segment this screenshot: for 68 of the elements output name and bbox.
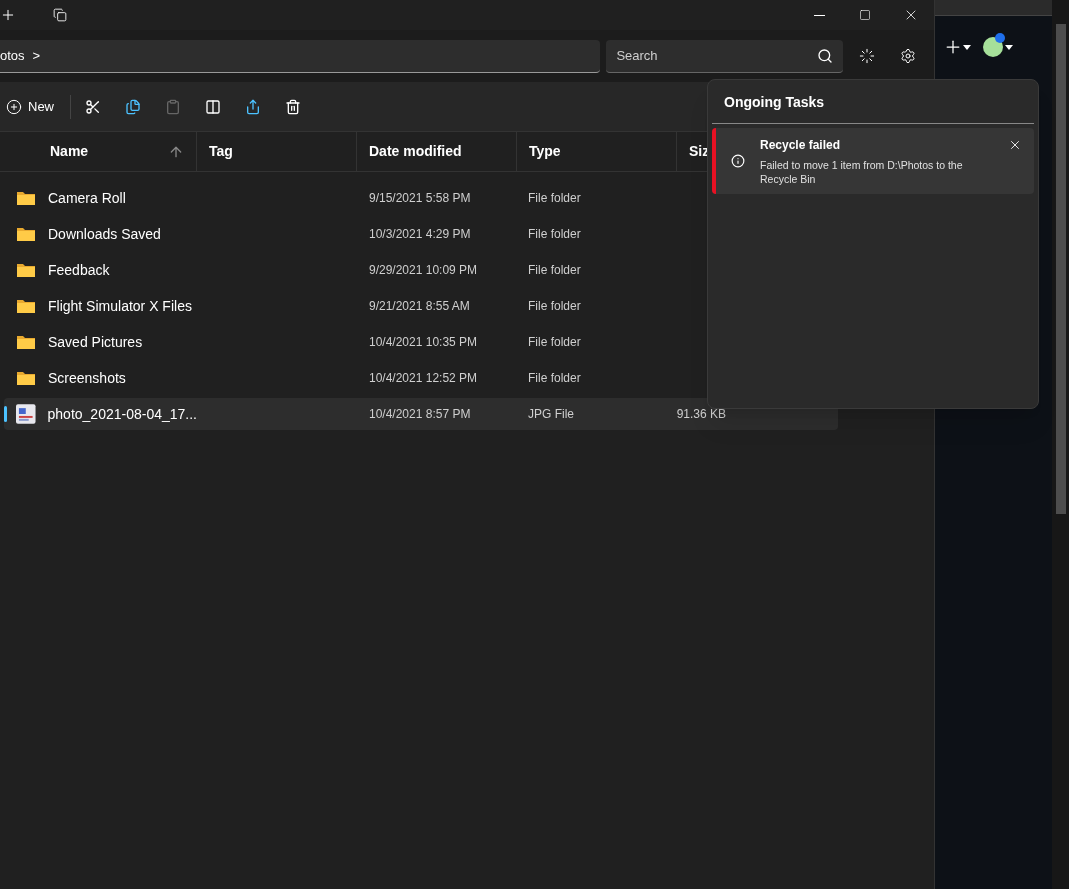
type-cell-text: File folder bbox=[527, 334, 582, 351]
date-cell-text: 10/4/2021 8:57 PM bbox=[368, 406, 472, 423]
size-cell-text: 91.36 KB bbox=[675, 406, 726, 423]
file-name: Downloads Saved bbox=[48, 224, 161, 244]
column-header[interactable]: Date modified bbox=[369, 141, 462, 162]
date-cell-text: 9/29/2021 10:09 PM bbox=[368, 262, 479, 279]
folder-icon bbox=[16, 226, 36, 242]
file-row[interactable]: photo_2021-08-04_17... 10/4/2021 8:57 PM JPG File 91.36 KB bbox=[4, 398, 838, 430]
trash-icon bbox=[285, 98, 301, 115]
column-header[interactable]: Tag bbox=[209, 141, 233, 162]
info-icon bbox=[731, 154, 745, 168]
settings-icon bbox=[900, 48, 917, 64]
folder-icon bbox=[16, 298, 36, 314]
file-name: Screenshots bbox=[48, 368, 126, 388]
scissors-icon bbox=[85, 98, 101, 115]
address-bar[interactable]: otos > bbox=[0, 39, 601, 73]
clipboard-icon bbox=[165, 98, 181, 115]
file-row[interactable]: Flight Simulator X Files 9/21/2021 8:55 AM File folder bbox=[4, 290, 838, 322]
task-title: Recycle failed bbox=[760, 137, 842, 154]
breadcrumb-separator[interactable]: > bbox=[32, 45, 41, 66]
type-cell-text: File folder bbox=[527, 226, 582, 243]
copy-icon bbox=[125, 98, 141, 115]
file-row[interactable]: Screenshots 10/4/2021 12:52 PM File folder bbox=[4, 362, 838, 394]
dismiss-button[interactable] bbox=[1008, 138, 1022, 152]
share-icon bbox=[245, 98, 261, 115]
date-cell-text: 9/15/2021 5:58 PM bbox=[368, 190, 472, 207]
file-name: Saved Pictures bbox=[48, 332, 143, 352]
type-cell-text: File folder bbox=[527, 190, 582, 207]
caret-icon bbox=[1005, 44, 1013, 50]
file-name: Flight Simulator X Files bbox=[48, 296, 192, 316]
maximize-icon bbox=[859, 9, 871, 21]
folder-icon bbox=[16, 190, 36, 206]
type-cell-text: JPG File bbox=[527, 406, 575, 423]
scrollbar[interactable] bbox=[1052, 0, 1069, 889]
date-cell-text: 10/3/2021 4:29 PM bbox=[368, 226, 472, 243]
spinner-icon bbox=[858, 48, 875, 64]
date-cell-text: 10/4/2021 12:52 PM bbox=[368, 370, 479, 387]
rename-icon bbox=[205, 98, 221, 115]
column-header[interactable]: Type bbox=[529, 141, 561, 162]
caret-icon bbox=[963, 44, 971, 50]
column-header[interactable]: Name bbox=[50, 141, 89, 162]
plus-circle-icon bbox=[6, 98, 22, 115]
date-cell-text: 9/21/2021 8:55 AM bbox=[368, 298, 471, 315]
avatar bbox=[983, 37, 1003, 57]
file-row[interactable]: Downloads Saved 10/3/2021 4:29 PM File folder bbox=[4, 218, 838, 250]
file-row[interactable]: Feedback 9/29/2021 10:09 PM File folder bbox=[4, 254, 838, 286]
file-row[interactable]: Saved Pictures 10/4/2021 10:35 PM File folder bbox=[4, 326, 838, 358]
date-cell-text: 10/4/2021 10:35 PM bbox=[368, 334, 479, 351]
image-thumbnail-icon bbox=[16, 404, 36, 424]
file-name: photo_2021-08-04_17... bbox=[47, 404, 197, 424]
search-field[interactable]: Search bbox=[606, 39, 843, 73]
duplicate-icon bbox=[53, 8, 67, 22]
type-cell-text: File folder bbox=[527, 370, 582, 387]
folder-icon bbox=[16, 262, 36, 278]
type-cell-text: File folder bbox=[527, 262, 582, 279]
minimize-icon bbox=[813, 14, 825, 16]
plus-icon bbox=[0, 7, 16, 23]
new-button[interactable]: New bbox=[0, 90, 66, 123]
folder-icon bbox=[16, 370, 36, 386]
flyout-title: Ongoing Tasks bbox=[712, 80, 1034, 124]
breadcrumb[interactable]: otos bbox=[0, 45, 25, 66]
close-icon bbox=[1008, 138, 1022, 152]
search-icon bbox=[816, 47, 833, 64]
folder-icon bbox=[16, 334, 36, 350]
type-cell-text: File folder bbox=[527, 298, 582, 315]
task-message: Failed to move 1 item from D:\Photos to the Recycle Bin bbox=[760, 158, 964, 186]
file-name: Camera Roll bbox=[48, 188, 126, 208]
file-name: Feedback bbox=[48, 260, 110, 280]
